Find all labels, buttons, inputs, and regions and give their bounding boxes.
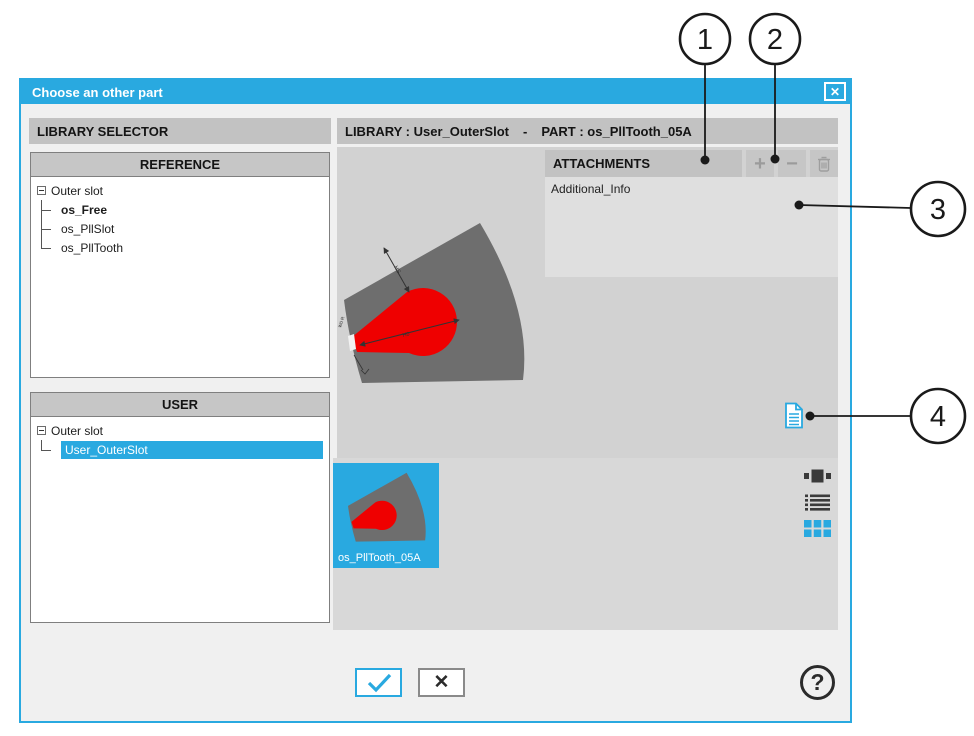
part-thumbnail-selected[interactable]: os_PllTooth_05A <box>333 463 439 568</box>
page-background: Choose an other part ✕ LIBRARY SELECTOR … <box>0 0 974 736</box>
user-panel: USER Outer slot User_OuterSlot <box>30 392 330 623</box>
callout-2-circle <box>750 14 800 64</box>
tree-item-label: os_PllSlot <box>61 222 114 236</box>
grid-view-icon <box>804 520 831 537</box>
dialog-titlebar: Choose an other part <box>21 80 850 104</box>
callout-3-circle <box>911 182 965 236</box>
part-name-label: PART : os_PllTooth_05A <box>541 124 691 139</box>
part-thumbnail-image <box>345 469 429 545</box>
reference-panel-header: REFERENCE <box>31 153 329 177</box>
part-preview-drawing: HS H0 W0 R <box>337 215 532 390</box>
collapse-expander-icon[interactable] <box>37 426 46 435</box>
user-tree: Outer slot User_OuterSlot <box>31 417 329 461</box>
delete-attachment-button[interactable] <box>810 150 838 177</box>
tree-item-os-pllslot[interactable]: os_PllSlot <box>33 219 327 238</box>
tree-item-label: os_Free <box>61 203 107 217</box>
help-button[interactable]: ? <box>800 665 835 700</box>
attachment-item[interactable]: Additional_Info <box>545 177 838 201</box>
tree-node-outer-slot-user[interactable]: Outer slot <box>33 421 327 440</box>
part-detail-area: HS H0 W0 R ATTACHMENTS + − <box>337 147 838 458</box>
tree-item-label: os_PllTooth <box>61 241 123 255</box>
part-header-bar: LIBRARY : User_OuterSlot - PART : os_Pll… <box>337 118 838 144</box>
tree-node-label: Outer slot <box>51 184 103 198</box>
question-mark-icon: ? <box>810 671 824 694</box>
ok-button[interactable] <box>355 668 402 697</box>
collapse-expander-icon[interactable] <box>37 186 46 195</box>
minus-icon: − <box>786 154 798 174</box>
cancel-button[interactable]: ✕ <box>418 668 465 697</box>
reference-panel: REFERENCE Outer slot os_Free os_PllSlot … <box>30 152 330 378</box>
tree-node-label: Outer slot <box>51 424 103 438</box>
plus-icon: + <box>754 154 766 174</box>
attachments-toolbar: ATTACHMENTS + − <box>545 150 838 177</box>
attachments-section: ATTACHMENTS + − <box>545 150 838 277</box>
list-view-icon <box>805 494 830 511</box>
carousel-view-button[interactable] <box>804 468 831 485</box>
thumbnail-label: os_PllTooth_05A <box>338 552 421 564</box>
callout-2-number: 2 <box>767 24 783 56</box>
close-icon: ✕ <box>830 85 840 99</box>
cancel-x-icon: ✕ <box>434 671 450 694</box>
thumbnail-strip: os_PllTooth_05A <box>333 458 838 630</box>
tree-item-user-outerslot[interactable]: User_OuterSlot <box>33 440 327 459</box>
callout-1-circle <box>680 14 730 64</box>
dim-label-w0: W0 R <box>337 315 345 328</box>
view-mode-switcher <box>803 468 831 537</box>
dialog-title: Choose an other part <box>21 85 163 100</box>
attachments-list: Additional_Info <box>545 177 838 277</box>
selected-tree-item-label: User_OuterSlot <box>61 441 323 459</box>
tree-node-outer-slot[interactable]: Outer slot <box>33 181 327 200</box>
close-button[interactable]: ✕ <box>824 82 846 101</box>
trash-icon <box>816 155 832 173</box>
tree-item-os-free[interactable]: os_Free <box>33 200 327 219</box>
callout-4-number: 4 <box>930 401 946 433</box>
list-view-button[interactable] <box>804 494 831 511</box>
user-panel-header: USER <box>31 393 329 417</box>
library-selector-title: LIBRARY SELECTOR <box>37 124 168 139</box>
library-selector-header: LIBRARY SELECTOR <box>29 118 331 144</box>
attachments-title: ATTACHMENTS <box>545 150 742 177</box>
document-icon[interactable] <box>784 402 804 429</box>
library-name-label: LIBRARY : User_OuterSlot <box>345 124 509 139</box>
checkmark-icon <box>364 672 394 694</box>
choose-part-dialog: Choose an other part ✕ LIBRARY SELECTOR … <box>19 78 852 723</box>
reference-tree: Outer slot os_Free os_PllSlot os_PllToot… <box>31 177 329 259</box>
remove-attachment-button[interactable]: − <box>778 150 806 177</box>
callout-1-number: 1 <box>697 24 713 56</box>
callout-3-number: 3 <box>930 194 946 226</box>
tree-item-os-plltooth[interactable]: os_PllTooth <box>33 238 327 257</box>
header-separator: - <box>523 124 527 139</box>
grid-view-button[interactable] <box>804 520 831 537</box>
carousel-view-icon <box>804 469 831 484</box>
callout-4-circle <box>911 389 965 443</box>
add-attachment-button[interactable]: + <box>746 150 774 177</box>
